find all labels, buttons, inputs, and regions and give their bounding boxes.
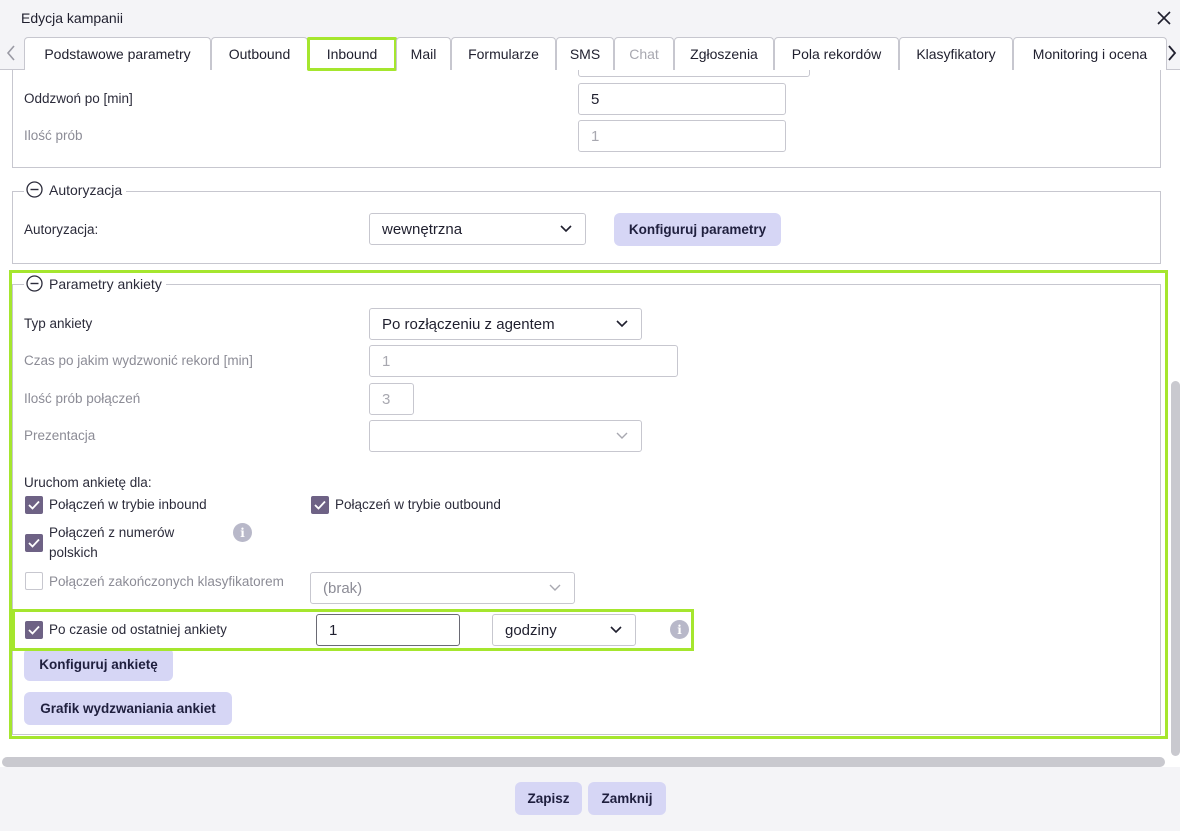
tab-monitoring[interactable]: Monitoring i ocena (1013, 37, 1167, 70)
chevron-down-icon (560, 225, 572, 233)
checkmark-icon (28, 500, 40, 510)
chevron-down-icon (616, 320, 628, 328)
polish-numbers-label-line1[interactable]: Połączeń z numerów (49, 525, 174, 540)
outbound-checkbox[interactable] (311, 496, 329, 514)
checkmark-icon (314, 500, 326, 510)
survey-delay-label: Czas po jakim wydzwonić rekord [min] (24, 353, 253, 368)
presentation-label: Prezentacja (24, 428, 96, 443)
tab-tickets[interactable]: Zgłoszenia (674, 37, 774, 70)
since-last-input[interactable]: 1 (316, 614, 460, 646)
survey-type-value: Po rozłączeniu z agentem (382, 315, 555, 333)
polish-numbers-checkbox[interactable] (25, 534, 43, 552)
hidden-field[interactable] (578, 70, 810, 77)
survey-type-select[interactable]: Po rozłączeniu z agentem (369, 308, 642, 340)
survey-type-label: Typ ankiety (24, 316, 93, 331)
horizontal-scrollbar[interactable] (2, 757, 1165, 767)
footer: Zapisz Zamknij (0, 767, 1180, 831)
outbound-checkbox-label[interactable]: Połączeń w trybie outbound (335, 497, 501, 512)
classifier-checkbox[interactable] (25, 572, 43, 590)
window-title: Edycja kampanii (21, 10, 123, 26)
inbound-checkbox-label[interactable]: Połączeń w trybie inbound (49, 497, 207, 512)
close-button[interactable]: Zamknij (588, 782, 666, 815)
tab-inbound[interactable]: Inbound (307, 37, 397, 71)
title-bar: Edycja kampanii (0, 0, 1180, 36)
attempts-label: Ilość prób (24, 128, 83, 143)
chevron-right-icon[interactable] (1165, 44, 1179, 62)
classifier-select: (brak) (310, 572, 575, 604)
survey-attempts-label: Ilość prób połączeń (24, 391, 141, 406)
inbound-checkbox[interactable] (25, 496, 43, 514)
chevron-down-icon (610, 626, 622, 634)
survey-delay-input: 1 (369, 345, 678, 377)
info-icon[interactable]: i (233, 523, 252, 542)
tab-mail[interactable]: Mail (396, 37, 451, 70)
info-icon[interactable]: i (670, 620, 689, 639)
configure-survey-button[interactable]: Konfiguruj ankietę (24, 648, 173, 681)
save-button[interactable]: Zapisz (515, 782, 582, 815)
authorization-label: Autoryzacja: (24, 222, 99, 237)
authorization-select-value: wewnętrzna (382, 220, 463, 238)
survey-schedule-button[interactable]: Grafik wydzwaniania ankiet (24, 692, 232, 725)
chevron-down-icon (549, 584, 561, 591)
tab-basic-parameters[interactable]: Podstawowe parametry (24, 37, 211, 70)
classifier-select-value: (brak) (323, 579, 363, 597)
tab-forms[interactable]: Formularze (451, 37, 556, 70)
classifier-checkbox-label[interactable]: Połączeń zakończonych klasyfikatorem (49, 574, 284, 589)
tab-outbound[interactable]: Outbound (211, 37, 308, 70)
survey-attempts-input: 3 (369, 383, 414, 415)
tab-classifiers[interactable]: Klasyfikatory (899, 37, 1013, 70)
tab-sms[interactable]: SMS (556, 37, 614, 70)
authorization-select[interactable]: wewnętrzna (369, 213, 586, 245)
checkmark-icon (28, 625, 40, 635)
collapse-icon[interactable] (26, 275, 43, 292)
survey-legend[interactable]: Parametry ankiety (24, 275, 166, 292)
close-icon[interactable] (1155, 9, 1173, 27)
chevron-down-icon (616, 432, 628, 439)
authorization-section (12, 191, 1161, 264)
collapse-icon[interactable] (26, 181, 43, 198)
authorization-legend-text: Autoryzacja (49, 181, 123, 198)
checkmark-icon (28, 538, 40, 548)
tab-bar: Podstawowe parametry Outbound Inbound Ma… (0, 36, 1180, 71)
chevron-left-icon[interactable] (4, 44, 18, 62)
call-after-label: Oddzwoń po [min] (24, 91, 133, 106)
tab-record-fields[interactable]: Pola rekordów (774, 37, 899, 70)
polish-numbers-label-line2[interactable]: polskich (49, 545, 98, 560)
call-after-input[interactable]: 5 (578, 83, 786, 115)
since-last-checkbox[interactable] (25, 621, 43, 639)
tab-chat: Chat (614, 37, 674, 70)
attempts-input: 1 (578, 120, 786, 152)
authorization-legend[interactable]: Autoryzacja (24, 181, 127, 198)
run-for-label: Uruchom ankietę dla: (24, 475, 152, 490)
since-last-unit-select[interactable]: godziny (492, 614, 636, 646)
since-last-label[interactable]: Po czasie od ostatniej ankiety (49, 622, 227, 637)
content-area: Oddzwoń po [min] 5 Ilość prób 1 Autoryza… (0, 70, 1180, 760)
presentation-select (369, 420, 642, 452)
since-last-unit-value: godziny (505, 621, 557, 639)
vertical-scrollbar[interactable] (1171, 381, 1180, 756)
survey-legend-text: Parametry ankiety (49, 275, 162, 292)
configure-parameters-button[interactable]: Konfiguruj parametry (614, 213, 781, 246)
